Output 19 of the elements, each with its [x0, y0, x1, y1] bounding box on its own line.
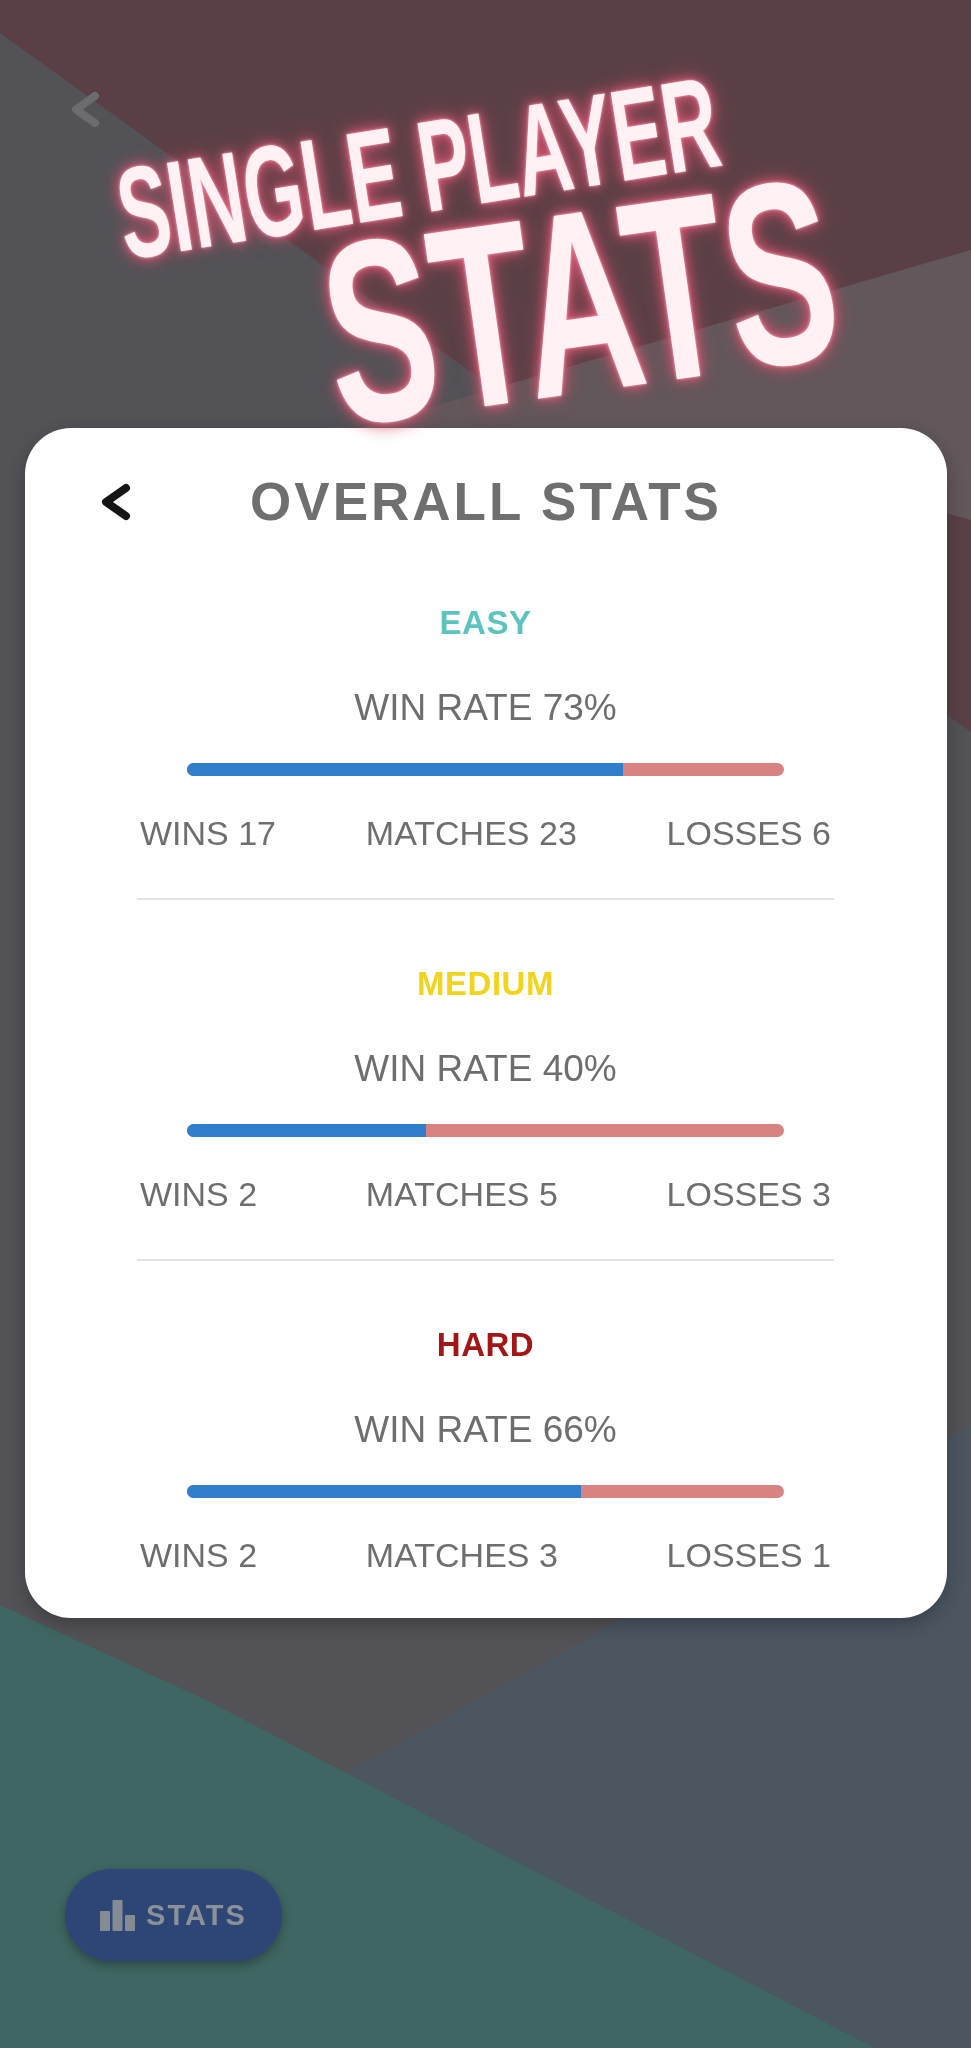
matches-count: MATCHES 5 — [365, 1174, 558, 1215]
losses-count: LOSSES 6 — [666, 813, 831, 854]
difficulty-label: EASY — [439, 603, 532, 643]
chevron-left-icon[interactable] — [100, 483, 131, 521]
stats-button[interactable]: STATS — [65, 1869, 282, 1961]
losses-count: LOSSES 3 — [666, 1174, 831, 1215]
win-rate-text: WIN RATE 73% — [354, 686, 617, 730]
difficulty-label: MEDIUM — [417, 964, 554, 1004]
win-rate-text: WIN RATE 40% — [354, 1047, 617, 1091]
matches-count: MATCHES 3 — [365, 1535, 558, 1576]
wins-count: WINS 17 — [140, 813, 277, 854]
wins-count: WINS 2 — [140, 1174, 258, 1215]
difficulty-label: HARD — [436, 1325, 535, 1365]
card-title: OVERALL STATS — [250, 472, 722, 532]
win-rate-text: WIN RATE 66% — [354, 1408, 617, 1452]
wins-count: WINS 2 — [140, 1535, 258, 1576]
losses-count: LOSSES 1 — [666, 1535, 831, 1576]
bar-chart-icon — [100, 1899, 136, 1931]
matches-count: MATCHES 23 — [365, 813, 577, 854]
